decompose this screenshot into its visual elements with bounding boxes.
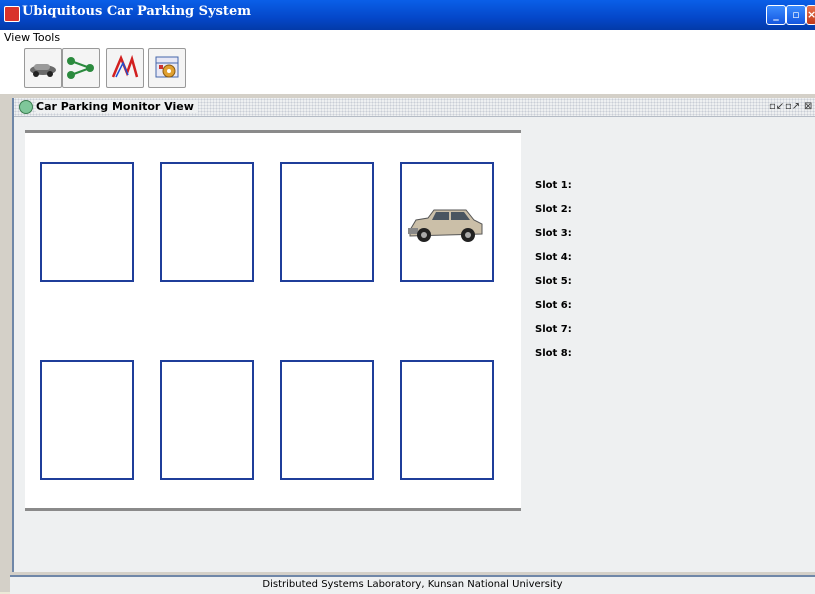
status-bar: Distributed Systems Laboratory, Kunsan N… <box>10 575 815 594</box>
internal-frame-title: Car Parking Monitor View <box>36 100 198 113</box>
parking-slot-8[interactable] <box>400 360 494 480</box>
parking-slot-4[interactable] <box>400 162 494 282</box>
monitor-view-icon <box>19 100 33 114</box>
slot-label-6: Slot 6: <box>535 300 572 311</box>
car-icon <box>30 64 56 77</box>
parking-slot-3[interactable] <box>280 162 374 282</box>
settings-calendar-tool-button[interactable] <box>148 48 186 88</box>
parking-slot-6[interactable] <box>160 360 254 480</box>
car-tool-button[interactable] <box>24 48 62 88</box>
toolbar <box>0 46 815 94</box>
minimize-button[interactable]: _ <box>766 5 786 25</box>
app-icon <box>4 6 20 22</box>
settings-calendar-icon <box>155 56 179 78</box>
slot-label-1: Slot 1: <box>535 180 572 191</box>
slot-label-4: Slot 4: <box>535 252 572 263</box>
parking-lot-panel <box>25 130 521 511</box>
slot-label-8: Slot 8: <box>535 348 572 359</box>
chart-tool-button[interactable] <box>106 48 144 88</box>
parking-slot-5[interactable] <box>40 360 134 480</box>
internal-frame-titlebar: Car Parking Monitor View ▫↙ ▫↗ ⊠ <box>14 98 815 117</box>
close-frame-icon[interactable]: ⊠ <box>804 101 812 112</box>
window-title: Ubiquitous Car Parking System <box>22 4 251 19</box>
slot-label-7: Slot 7: <box>535 324 572 335</box>
parking-slot-2[interactable] <box>160 162 254 282</box>
car-icon <box>408 209 483 242</box>
slot-label-2: Slot 2: <box>535 204 572 215</box>
menu-view[interactable]: View <box>4 31 30 44</box>
menu-bar: View Tools <box>0 30 815 46</box>
slot-label-3: Slot 3: <box>535 228 572 239</box>
network-tool-button[interactable] <box>62 48 100 88</box>
title-bar: Ubiquitous Car Parking System _ ▫ × <box>0 0 815 30</box>
parking-slot-7[interactable] <box>280 360 374 480</box>
maximize-frame-icon[interactable]: ▫↗ <box>785 101 800 112</box>
chart-icon <box>111 54 139 78</box>
network-icon <box>67 57 94 79</box>
menu-tools[interactable]: Tools <box>33 31 60 44</box>
maximize-button[interactable]: ▫ <box>786 5 806 25</box>
slot-label-5: Slot 5: <box>535 276 572 287</box>
parking-slot-1[interactable] <box>40 162 134 282</box>
iconify-icon[interactable]: ▫↙ <box>769 101 784 112</box>
close-button[interactable]: × <box>806 5 815 25</box>
